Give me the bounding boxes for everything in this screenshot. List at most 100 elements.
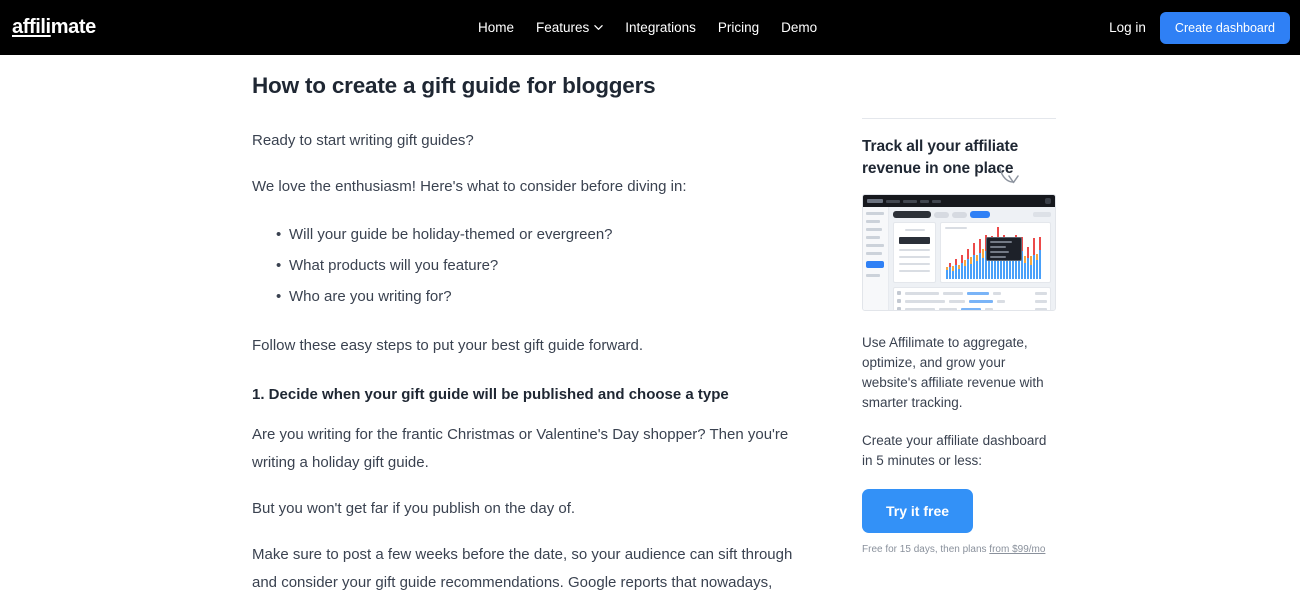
thumbnail-toolbar bbox=[893, 211, 1051, 218]
thumbnail-sidebar-row bbox=[866, 212, 884, 215]
article-paragraph-1: Ready to start writing gift guides? bbox=[252, 132, 474, 149]
thumbnail-primary-pill bbox=[970, 211, 990, 218]
thumbnail-cell bbox=[905, 299, 945, 303]
brand-logo-underlined: affili bbox=[12, 16, 51, 38]
article-bullet-list: Will your guide be holiday-themed or eve… bbox=[252, 219, 808, 312]
page-content: How to create a gift guide for bloggers … bbox=[0, 55, 1300, 590]
thumbnail-cell-link bbox=[969, 299, 993, 303]
thumbnail-kpi-row bbox=[899, 263, 930, 265]
nav-item-integrations[interactable]: Integrations bbox=[625, 20, 696, 35]
create-dashboard-button[interactable]: Create dashboard bbox=[1159, 11, 1290, 44]
article-paragraph-4: Are you writing for the frantic Christma… bbox=[252, 426, 789, 471]
thumbnail-bar bbox=[982, 249, 984, 279]
thumbnail-sidebar-button bbox=[866, 261, 884, 268]
brand-logo-rest: mate bbox=[50, 16, 96, 38]
thumbnail-bar bbox=[1027, 247, 1029, 279]
thumbnail-bar bbox=[979, 239, 981, 279]
thumbnail-sidebar-row bbox=[866, 228, 882, 231]
thumbnail-cell bbox=[905, 291, 939, 295]
thumbnail-cell bbox=[949, 299, 965, 303]
thumbnail-bar bbox=[973, 243, 975, 279]
thumbnail-sidebar-row bbox=[866, 244, 884, 247]
sidebar-promo: Track all your affiliate revenue in one … bbox=[862, 55, 1056, 555]
nav-item-demo[interactable]: Demo bbox=[781, 20, 817, 35]
dashboard-screenshot-thumbnail[interactable] bbox=[862, 194, 1056, 311]
article-paragraph-5: But you won't get far if you publish on … bbox=[252, 500, 576, 517]
thumbnail-cell bbox=[1035, 299, 1047, 303]
fine-print-text: Free for 15 days, then plans bbox=[862, 544, 990, 555]
pricing-link[interactable]: from $99/mo bbox=[989, 544, 1045, 555]
thumbnail-bar bbox=[967, 249, 969, 279]
thumbnail-cell bbox=[905, 307, 935, 310]
sidebar-prompt-text: Create your affiliate dashboard in 5 min… bbox=[862, 433, 1047, 468]
thumbnail-bar bbox=[1024, 256, 1026, 279]
thumbnail-nav-item bbox=[932, 199, 941, 203]
table-row bbox=[897, 291, 1047, 295]
thumbnail-bar bbox=[1036, 254, 1038, 279]
sidebar-heading-text: Track all your affiliate revenue in one … bbox=[862, 138, 1019, 177]
thumbnail-bar bbox=[1039, 237, 1041, 279]
try-it-free-button[interactable]: Try it free bbox=[862, 489, 974, 533]
thumbnail-main bbox=[889, 207, 1055, 310]
account-actions: Log in Create dashboard bbox=[1109, 0, 1290, 55]
thumbnail-bar bbox=[970, 257, 972, 279]
thumbnail-nav-item bbox=[886, 199, 900, 203]
sidebar-body-text: Use Affilimate to aggregate, optimize, a… bbox=[862, 335, 1044, 410]
thumbnail-cell bbox=[943, 291, 963, 295]
main-navigation-links: Home Features Integrations Pricing Demo bbox=[478, 0, 817, 55]
nav-item-demo-label: Demo bbox=[781, 20, 818, 35]
thumbnail-bar bbox=[952, 266, 954, 279]
thumbnail-logo bbox=[867, 199, 883, 203]
thumbnail-row-icon bbox=[897, 307, 901, 310]
nav-item-pricing-label: Pricing bbox=[717, 20, 760, 35]
thumbnail-row-icon bbox=[897, 291, 901, 295]
table-row bbox=[897, 299, 1047, 303]
login-link[interactable]: Log in bbox=[1109, 20, 1146, 35]
thumbnail-cell-link bbox=[967, 291, 989, 295]
sidebar-divider bbox=[862, 118, 1056, 119]
thumbnail-chart-card bbox=[940, 222, 1051, 283]
thumbnail-nav-item bbox=[903, 199, 917, 203]
thumbnail-sidebar bbox=[863, 207, 889, 310]
curved-arrow-down-icon bbox=[998, 164, 1024, 186]
thumbnail-cell bbox=[939, 307, 957, 310]
chevron-down-icon bbox=[594, 23, 604, 32]
list-item: What products will you feature? bbox=[252, 250, 808, 281]
thumbnail-cell bbox=[993, 291, 1001, 295]
article-paragraph-3: Follow these easy steps to put your best… bbox=[252, 337, 644, 354]
list-item: Will your guide be holiday-themed or eve… bbox=[252, 219, 808, 250]
thumbnail-kpi-row bbox=[899, 270, 930, 272]
thumbnail-chart-title bbox=[945, 227, 967, 229]
thumbnail-tooltip-row bbox=[990, 251, 1009, 253]
thumbnail-cell bbox=[985, 307, 993, 310]
thumbnail-row-icon bbox=[897, 299, 901, 303]
brand-logo[interactable]: affilimate bbox=[12, 16, 96, 39]
thumbnail-nav-item bbox=[920, 199, 929, 203]
nav-item-home[interactable]: Home bbox=[478, 20, 514, 35]
nav-item-pricing[interactable]: Pricing bbox=[718, 20, 759, 35]
thumbnail-tooltip-row bbox=[990, 241, 1012, 243]
thumbnail-bar bbox=[949, 263, 951, 279]
article-section-heading: 1. Decide when your gift guide will be p… bbox=[252, 386, 729, 403]
nav-item-home-label: Home bbox=[478, 20, 515, 35]
thumbnail-cell bbox=[1035, 291, 1047, 295]
thumbnail-tooltip-row bbox=[990, 256, 1006, 258]
article-paragraph-2: We love the enthusiasm! Here's what to c… bbox=[252, 178, 687, 195]
thumbnail-kpi-card bbox=[893, 222, 936, 283]
sidebar-fine-print: Free for 15 days, then plans from $99/mo bbox=[862, 544, 1056, 555]
thumbnail-bar bbox=[946, 267, 948, 279]
thumbnail-chart-tooltip bbox=[986, 237, 1022, 261]
article-column: How to create a gift guide for bloggers … bbox=[252, 73, 808, 590]
thumbnail-kpi-row bbox=[899, 256, 930, 258]
thumbnail-search-pill bbox=[893, 211, 931, 218]
nav-item-features-label: Features bbox=[536, 20, 590, 35]
nav-item-features[interactable]: Features bbox=[536, 20, 604, 35]
thumbnail-bar bbox=[976, 255, 978, 279]
thumbnail-sidebar-row bbox=[866, 236, 880, 239]
page-title: How to create a gift guide for bloggers bbox=[252, 73, 656, 98]
thumbnail-bar bbox=[955, 259, 957, 279]
thumbnail-cards bbox=[893, 222, 1051, 283]
thumbnail-tooltip-row bbox=[990, 246, 1006, 248]
sidebar-heading: Track all your affiliate revenue in one … bbox=[862, 136, 1056, 184]
thumbnail-table bbox=[893, 287, 1051, 310]
